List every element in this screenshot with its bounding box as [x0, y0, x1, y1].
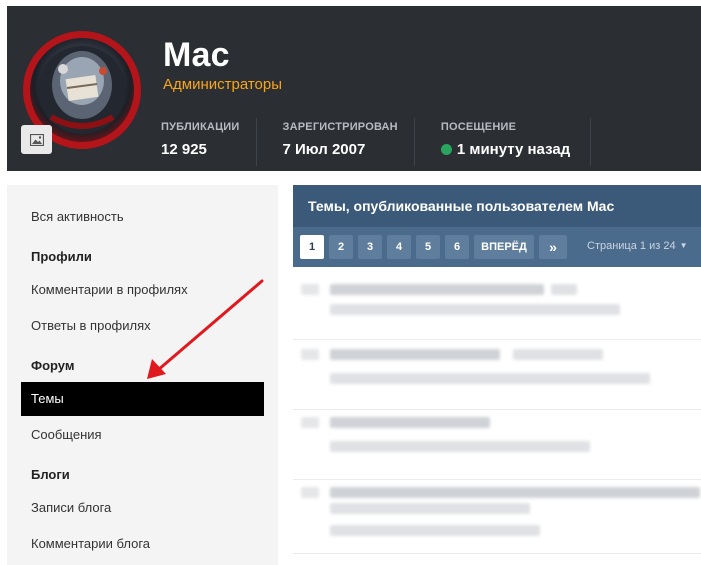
sidebar-item-topics[interactable]: Темы	[21, 382, 264, 416]
section-title: Темы, опубликованные пользователем Mac	[293, 185, 701, 227]
topic-row[interactable]	[293, 482, 701, 554]
stat-last-visit-label: ПОСЕЩЕНИЕ	[440, 121, 517, 133]
sidebar-heading-blogs: Блоги	[31, 467, 70, 482]
sidebar-item-posts[interactable]: Сообщения	[21, 418, 264, 452]
profile-header: Mac Администраторы ПУБЛИКАЦИИ 12 925 ЗАР…	[7, 6, 701, 171]
caret-down-icon: ▼	[679, 241, 688, 250]
pagination-bar: 1 2 3 4 5 6 ВПЕРЁД » Страница 1 из 24 ▼	[293, 227, 701, 267]
stat-posts-value: 12 925	[161, 141, 207, 158]
next-page-button[interactable]: ВПЕРЁД	[474, 235, 534, 259]
page-2-button[interactable]: 2	[329, 235, 353, 259]
sidebar-item-blog-entries[interactable]: Записи блога	[21, 491, 264, 525]
sidebar-heading-forum: Форум	[31, 358, 75, 373]
profile-name: Mac	[163, 36, 230, 74]
online-status-icon	[440, 144, 452, 155]
topic-row[interactable]	[293, 272, 701, 340]
page-4-button[interactable]: 4	[387, 235, 411, 259]
stat-registered-value: 7 Июл 2007	[282, 141, 366, 158]
page-3-button[interactable]: 3	[358, 235, 382, 259]
last-visit-text: 1 минуту назад	[456, 141, 571, 158]
sidebar-item-profile-comments[interactable]: Комментарии в профилях	[21, 273, 264, 307]
profile-stats: ПУБЛИКАЦИИ 12 925 ЗАРЕГИСТРИРОВАН 7 Июл …	[161, 118, 617, 168]
stat-registered-label: ЗАРЕГИСТРИРОВАН	[282, 121, 398, 133]
stat-posts-label: ПУБЛИКАЦИИ	[161, 121, 240, 133]
stat-posts: ПУБЛИКАЦИИ 12 925	[161, 118, 257, 166]
page-6-button[interactable]: 6	[445, 235, 469, 259]
page-info-text: Страница 1 из 24	[587, 240, 676, 252]
image-icon	[29, 133, 44, 146]
stat-last-visit: ПОСЕЩЕНИЕ 1 минуту назад	[440, 118, 592, 166]
stat-registered: ЗАРЕГИСТРИРОВАН 7 Июл 2007	[283, 118, 415, 166]
last-page-button[interactable]: »	[539, 235, 567, 259]
profile-group[interactable]: Администраторы	[163, 76, 282, 93]
page-jump-dropdown[interactable]: Страница 1 из 24 ▼	[587, 240, 688, 252]
page-1-button[interactable]: 1	[300, 235, 324, 259]
profile-sidebar: Вся активность Профили Комментарии в про…	[7, 185, 278, 565]
page-5-button[interactable]: 5	[416, 235, 440, 259]
sidebar-item-blog-comments[interactable]: Комментарии блога	[21, 527, 264, 561]
sidebar-heading-profiles: Профили	[31, 249, 92, 264]
topic-row[interactable]	[293, 412, 701, 480]
sidebar-item-profile-replies[interactable]: Ответы в профилях	[21, 309, 264, 343]
sidebar-item-all-activity[interactable]: Вся активность	[21, 200, 264, 234]
change-photo-button[interactable]	[21, 125, 52, 154]
stat-last-visit-value: 1 минуту назад	[440, 141, 571, 158]
topic-row[interactable]	[293, 342, 701, 410]
